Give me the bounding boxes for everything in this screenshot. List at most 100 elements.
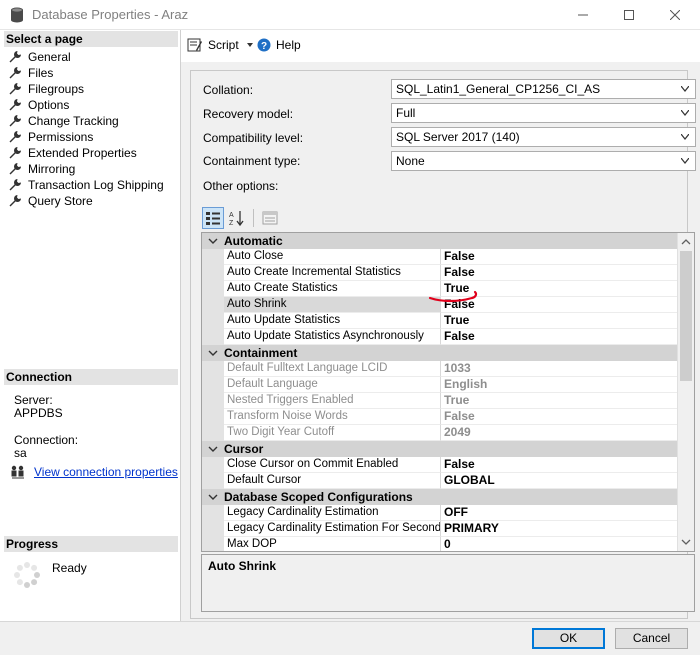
property-row[interactable]: Legacy Cardinality Estimation For Second… [202, 521, 678, 537]
page-item-mirroring[interactable]: Mirroring [8, 161, 164, 177]
view-connection-link[interactable]: View connection properties [34, 465, 178, 479]
grid-scrollbar[interactable] [677, 233, 694, 551]
property-row[interactable]: Auto Close False [202, 249, 678, 265]
property-value[interactable]: English [441, 377, 678, 393]
grid-category[interactable]: Cursor [202, 441, 678, 457]
view-connection-properties[interactable]: View connection properties [10, 465, 178, 479]
page-item-query-store[interactable]: Query Store [8, 193, 164, 209]
containment-type-label: Containment type: [203, 154, 301, 168]
property-row[interactable]: Auto Shrink False [202, 297, 678, 313]
property-name: Default Language [224, 377, 441, 393]
property-name: Nested Triggers Enabled [224, 393, 441, 409]
page-item-general[interactable]: General [8, 49, 164, 65]
close-button[interactable] [652, 0, 698, 30]
svg-text:Z: Z [229, 220, 234, 227]
property-name: Legacy Cardinality Estimation [224, 505, 441, 521]
property-value[interactable]: False [441, 265, 678, 281]
connection-value: sa [14, 446, 27, 460]
scrollbar-thumb[interactable] [680, 251, 692, 381]
row-margin [202, 505, 224, 521]
property-value[interactable]: False [441, 409, 678, 425]
category-toggle[interactable] [202, 237, 224, 245]
property-row[interactable]: Default Fulltext Language LCID 1033 [202, 361, 678, 377]
containment-type-select[interactable]: None [391, 151, 696, 171]
property-value[interactable]: PRIMARY [441, 521, 678, 537]
progress-status: Ready [52, 561, 87, 575]
compatibility-level-label: Compatibility level: [203, 131, 304, 145]
alphabetical-button[interactable]: A Z [226, 207, 248, 229]
property-name: Close Cursor on Commit Enabled [224, 457, 441, 473]
chevron-down-icon[interactable] [208, 349, 218, 357]
page-item-change-tracking[interactable]: Change Tracking [8, 113, 164, 129]
row-margin [202, 377, 224, 393]
description-panel: Auto Shrink [201, 554, 695, 612]
grid-category[interactable]: Database Scoped Configurations [202, 489, 678, 505]
cancel-button[interactable]: Cancel [615, 628, 688, 649]
property-value[interactable]: True [441, 281, 678, 297]
property-row[interactable]: Auto Create Statistics True [202, 281, 678, 297]
script-button[interactable]: Script [187, 38, 257, 52]
minimize-button[interactable] [560, 0, 606, 30]
property-value[interactable]: True [441, 393, 678, 409]
property-value[interactable]: 1033 [441, 361, 678, 377]
page-item-label: Change Tracking [28, 114, 119, 128]
property-row[interactable]: Transform Noise Words False [202, 409, 678, 425]
wrench-icon [9, 51, 21, 63]
property-row[interactable]: Auto Update Statistics True [202, 313, 678, 329]
wrench-icon [9, 131, 21, 143]
property-row[interactable]: Close Cursor on Commit Enabled False [202, 457, 678, 473]
property-row[interactable]: Default Cursor GLOBAL [202, 473, 678, 489]
containment-type-value: None [396, 154, 425, 168]
category-toggle[interactable] [202, 493, 224, 501]
recovery-model-select[interactable]: Full [391, 103, 696, 123]
scroll-down-icon[interactable] [681, 537, 691, 547]
chevron-down-icon[interactable] [208, 445, 218, 453]
property-value[interactable]: False [441, 457, 678, 473]
grid-category[interactable]: Automatic [202, 233, 678, 249]
grid-category[interactable]: Containment [202, 345, 678, 361]
ok-button[interactable]: OK [532, 628, 605, 649]
property-row[interactable]: Auto Update Statistics Asynchronously Fal… [202, 329, 678, 345]
grid-toolbar: A Z [202, 207, 283, 229]
connection-info: Server: APPDBS Connection: sa [14, 394, 78, 460]
page-item-transaction-log-shipping[interactable]: Transaction Log Shipping [8, 177, 164, 193]
property-value[interactable]: False [441, 249, 678, 265]
property-value[interactable]: OFF [441, 505, 678, 521]
property-value[interactable]: True [441, 313, 678, 329]
window-title: Database Properties - Araz [32, 7, 189, 22]
page-item-options[interactable]: Options [8, 97, 164, 113]
category-toggle[interactable] [202, 445, 224, 453]
compatibility-level-select[interactable]: SQL Server 2017 (140) [391, 127, 696, 147]
row-margin [202, 457, 224, 473]
script-icon [187, 38, 202, 52]
page-item-extended-properties[interactable]: Extended Properties [8, 145, 164, 161]
property-pages-icon [262, 211, 278, 225]
property-value[interactable]: False [441, 329, 678, 345]
property-row[interactable]: Two Digit Year Cutoff 2049 [202, 425, 678, 441]
collation-select[interactable]: SQL_Latin1_General_CP1256_CI_AS [391, 79, 696, 99]
scroll-up-icon[interactable] [681, 237, 691, 247]
page-item-permissions[interactable]: Permissions [8, 129, 164, 145]
property-row[interactable]: Auto Create Incremental Statistics False [202, 265, 678, 281]
categorized-button[interactable] [202, 207, 224, 229]
property-row[interactable]: Nested Triggers Enabled True [202, 393, 678, 409]
help-button[interactable]: ? Help [257, 38, 301, 52]
toolbar-separator [253, 209, 254, 227]
row-margin [202, 265, 224, 281]
property-value[interactable]: False [441, 297, 678, 313]
property-row[interactable]: Default Language English [202, 377, 678, 393]
maximize-button[interactable] [606, 0, 652, 30]
property-name: Transform Noise Words [224, 409, 441, 425]
chevron-down-icon[interactable] [208, 493, 218, 501]
property-row[interactable]: Legacy Cardinality Estimation OFF [202, 505, 678, 521]
page-item-files[interactable]: Files [8, 65, 164, 81]
row-margin [202, 409, 224, 425]
property-value[interactable]: GLOBAL [441, 473, 678, 489]
page-item-filegroups[interactable]: Filegroups [8, 81, 164, 97]
property-pages-button[interactable] [259, 207, 281, 229]
chevron-down-icon[interactable] [208, 237, 218, 245]
category-toggle[interactable] [202, 349, 224, 357]
property-value[interactable]: 2049 [441, 425, 678, 441]
property-row[interactable]: Max DOP 0 [202, 537, 678, 551]
property-value[interactable]: 0 [441, 537, 678, 551]
